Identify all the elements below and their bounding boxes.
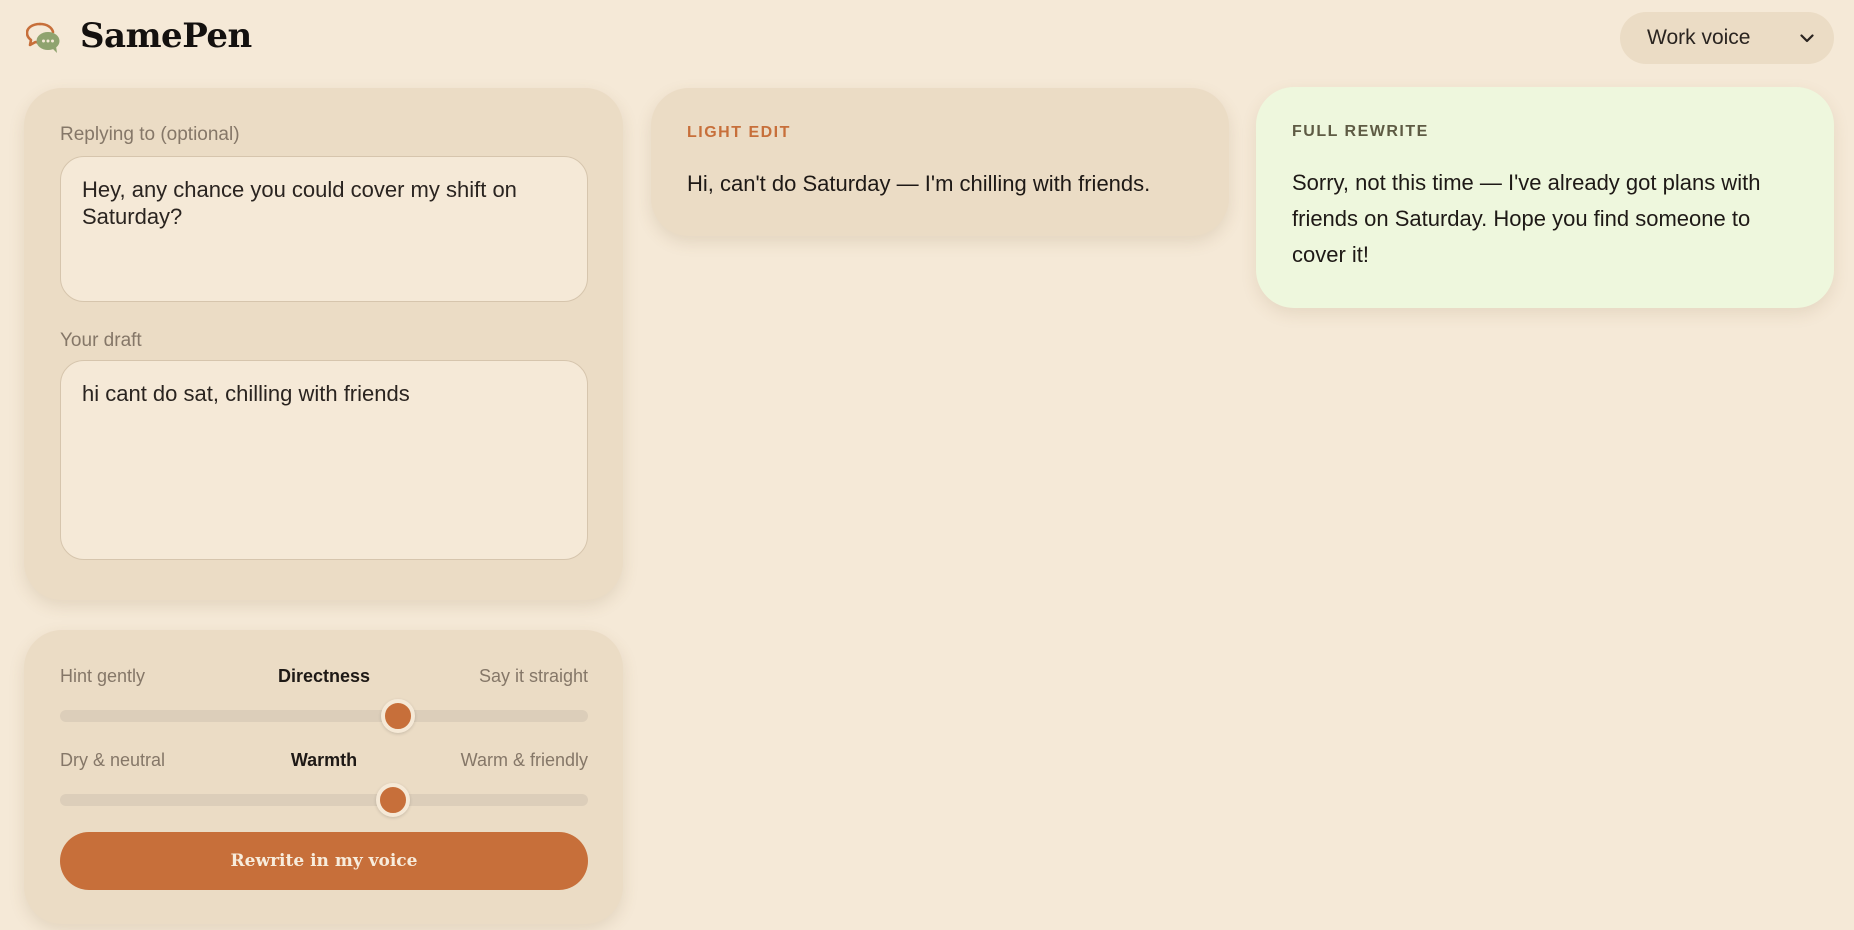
- reply-input[interactable]: Hey, any chance you could cover my shift…: [60, 156, 588, 302]
- light-edit-card: LIGHT EDIT Hi, can't do Saturday — I'm c…: [651, 88, 1229, 236]
- draft-input[interactable]: hi cant do sat, chilling with friends: [60, 360, 588, 560]
- warmth-min-label: Dry & neutral: [60, 749, 166, 770]
- warmth-labels: Dry & neutral Warmth Warm & friendly: [60, 748, 588, 772]
- voice-select-value: Work voice: [1647, 26, 1751, 49]
- full-rewrite-text: Sorry, not this time — I've already got …: [1292, 170, 1761, 267]
- reply-label: Replying to (optional): [60, 124, 240, 145]
- voice-select[interactable]: Work voice: [1620, 12, 1834, 64]
- app: SamePen Work voice Replying to (optional…: [0, 0, 1854, 930]
- chat-bubbles-icon: [26, 22, 60, 53]
- directness-slider[interactable]: [60, 699, 588, 733]
- light-edit-text: Hi, can't do Saturday — I'm chilling wit…: [687, 171, 1151, 196]
- compose-card: Replying to (optional) Hey, any chance y…: [24, 88, 623, 600]
- directness-slider-thumb[interactable]: [380, 699, 415, 733]
- directness-max-label: Say it straight: [478, 665, 588, 686]
- app-title: SamePen: [80, 16, 252, 56]
- draft-label: Your draft: [60, 330, 142, 351]
- full-rewrite-card: FULL REWRITE Sorry, not this time — I've…: [1256, 87, 1834, 308]
- directness-labels: Hint gently Directness Say it straight: [60, 664, 588, 688]
- rewrite-button[interactable]: Rewrite in my voice: [60, 832, 588, 890]
- warmth-slider[interactable]: [60, 783, 588, 817]
- full-rewrite-title: FULL REWRITE: [1292, 123, 1429, 140]
- warmth-max-label: Warm & friendly: [460, 749, 588, 770]
- chevron-down-icon: [1800, 33, 1814, 42]
- warmth-slider-thumb[interactable]: [375, 783, 410, 817]
- tone-controls-card: Hint gently Directness Say it straight D…: [24, 630, 623, 924]
- light-edit-title: LIGHT EDIT: [687, 124, 791, 141]
- directness-min-label: Hint gently: [60, 665, 146, 686]
